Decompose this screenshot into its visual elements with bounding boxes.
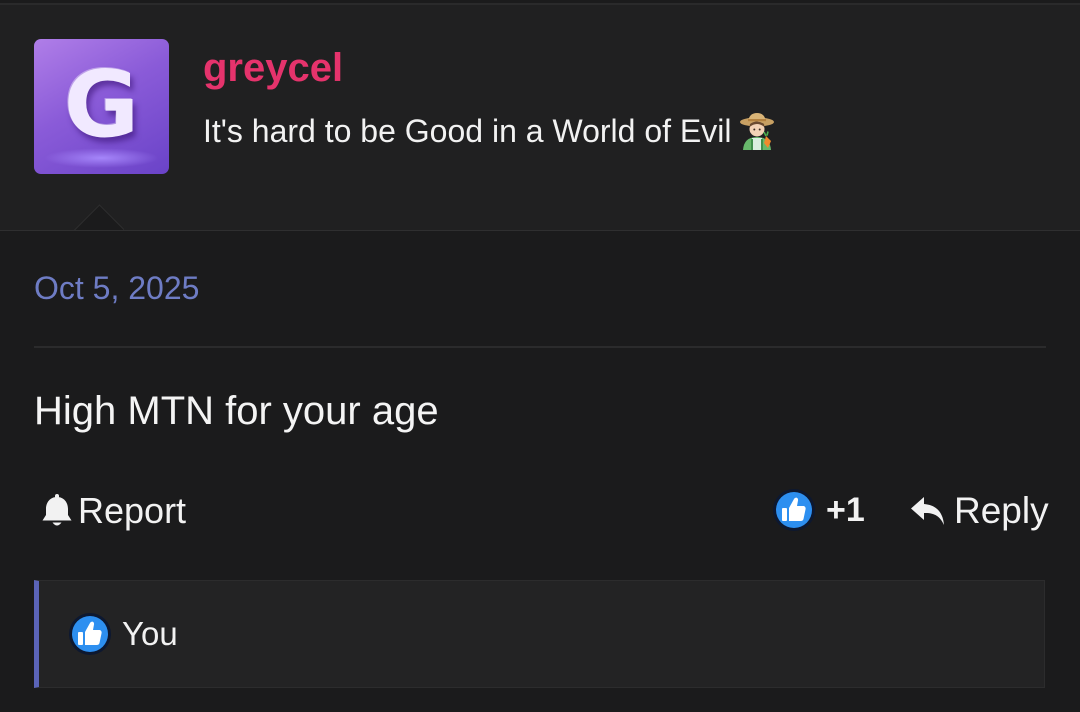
reply-label: Reply: [954, 490, 1049, 531]
thumbs-up-icon: [773, 489, 815, 531]
header-notch: [74, 204, 124, 230]
avatar[interactable]: G: [34, 39, 169, 174]
reactions-bar[interactable]: You: [34, 580, 1045, 688]
post-body: High MTN for your age: [34, 389, 439, 433]
user-header: G greycel It's hard to be Good in a Worl…: [0, 5, 1080, 231]
avatar-letter: G: [63, 51, 140, 158]
thumbs-up-icon: [69, 613, 111, 655]
reply-button[interactable]: Reply: [910, 489, 1049, 533]
bell-icon: [42, 494, 72, 526]
post-page: G greycel It's hard to be Good in a Worl…: [0, 0, 1080, 712]
reaction-count: +1: [826, 490, 865, 529]
report-button[interactable]: Report: [40, 489, 186, 533]
reply-arrow-icon: [911, 497, 944, 525]
user-title: It's hard to be Good in a World of Evil: [203, 110, 777, 151]
reaction-summary[interactable]: +1: [772, 488, 865, 532]
report-label: Report: [78, 490, 187, 531]
reactions-users: You: [122, 615, 178, 652]
user-title-text: It's hard to be Good in a World of Evil: [203, 113, 732, 149]
post-divider: [34, 346, 1046, 348]
post-date[interactable]: Oct 5, 2025: [34, 268, 199, 308]
farmer-icon: [740, 113, 775, 150]
username[interactable]: greycel: [203, 45, 343, 91]
